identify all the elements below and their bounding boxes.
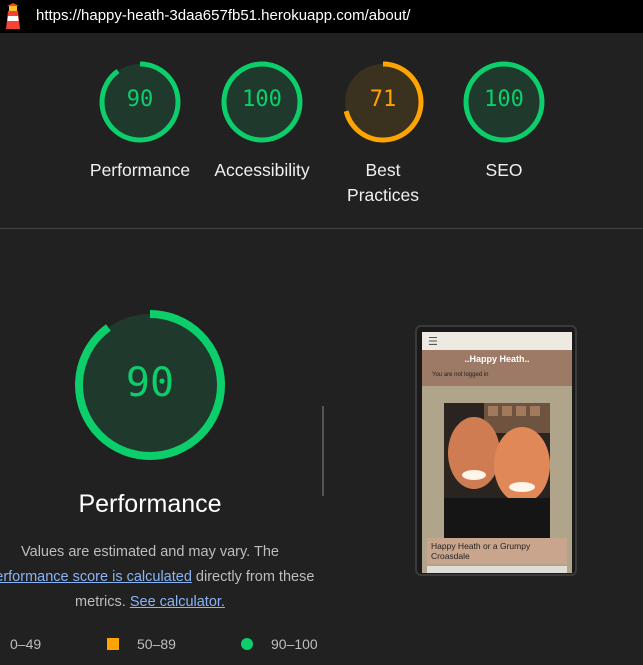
gauge-label: Performance bbox=[89, 160, 191, 180]
page-url[interactable]: https://happy-heath-3daa657fb51.herokuap… bbox=[36, 7, 410, 24]
score-legend: 0–49 50–89 90–100 bbox=[0, 636, 643, 656]
performance-description: Values are estimated and may vary. The P… bbox=[0, 540, 320, 615]
gauge-label: SEO bbox=[485, 160, 523, 180]
photo-icon bbox=[444, 403, 550, 538]
performance-title: Performance bbox=[78, 490, 222, 518]
lighthouse-logo-icon bbox=[6, 3, 20, 29]
average-square-icon bbox=[107, 638, 119, 650]
final-screenshot-thumbnail[interactable]: ☰ ..Happy Heath.. You are not logged in … bbox=[415, 325, 577, 576]
gauge-seo[interactable]: 100 SEO bbox=[444, 60, 564, 183]
gauge-label: Accessibility bbox=[214, 160, 310, 180]
legend-fail-label: 0–49 bbox=[10, 636, 42, 652]
thumbnail-photo bbox=[444, 403, 550, 538]
gauge-score: 100 bbox=[242, 87, 282, 112]
gauge-score: 71 bbox=[369, 87, 397, 112]
gauge-best-practices[interactable]: 71 Best Practices bbox=[323, 60, 443, 208]
thumbnail-stripe bbox=[427, 566, 567, 573]
section-divider bbox=[0, 228, 643, 229]
thumbnail-site-title: ..Happy Heath.. bbox=[464, 354, 530, 364]
legend-pass: 90–100 bbox=[241, 636, 318, 652]
gauge-accessibility[interactable]: 100 Accessibility bbox=[202, 60, 322, 183]
thumbnail-caption: Happy Heath or a Grumpy Croasdale bbox=[427, 538, 567, 564]
big-gauge-score: 90 bbox=[125, 360, 175, 406]
legend-pass-label: 90–100 bbox=[271, 636, 318, 652]
vertical-divider bbox=[322, 406, 324, 496]
performance-big-gauge: 90 bbox=[74, 309, 226, 461]
score-gauges: 90 Performance 100 Accessibility 71 Best… bbox=[0, 60, 643, 210]
gauge-performance[interactable]: 90 Performance bbox=[80, 60, 200, 183]
gauge-score: 90 bbox=[126, 87, 154, 112]
pass-circle-icon bbox=[241, 638, 253, 650]
thumbnail-logged-text: You are not logged in bbox=[432, 372, 489, 378]
thumbnail-screen: ☰ ..Happy Heath.. You are not logged in … bbox=[422, 332, 572, 573]
desc-text-1: Values are estimated and may vary. The bbox=[21, 544, 279, 560]
see-calculator-link[interactable]: See calculator. bbox=[130, 594, 225, 610]
legend-fail: 0–49 bbox=[10, 636, 41, 652]
gauge-score: 100 bbox=[484, 87, 524, 112]
legend-average: 50–89 bbox=[107, 636, 176, 652]
gauge-label: Best Practices bbox=[347, 160, 419, 205]
thumbnail-header: ..Happy Heath.. You are not logged in bbox=[422, 350, 572, 386]
desc-text-3: metrics. bbox=[75, 594, 130, 610]
legend-average-label: 50–89 bbox=[137, 636, 176, 652]
desc-text-2: directly from these bbox=[191, 569, 315, 585]
score-calculated-link[interactable]: Performance score is calculated bbox=[0, 569, 192, 585]
hamburger-icon: ☰ bbox=[428, 336, 438, 348]
thumbnail-menu-bar: ☰ bbox=[422, 332, 572, 350]
top-bar: https://happy-heath-3daa657fb51.herokuap… bbox=[0, 0, 643, 33]
